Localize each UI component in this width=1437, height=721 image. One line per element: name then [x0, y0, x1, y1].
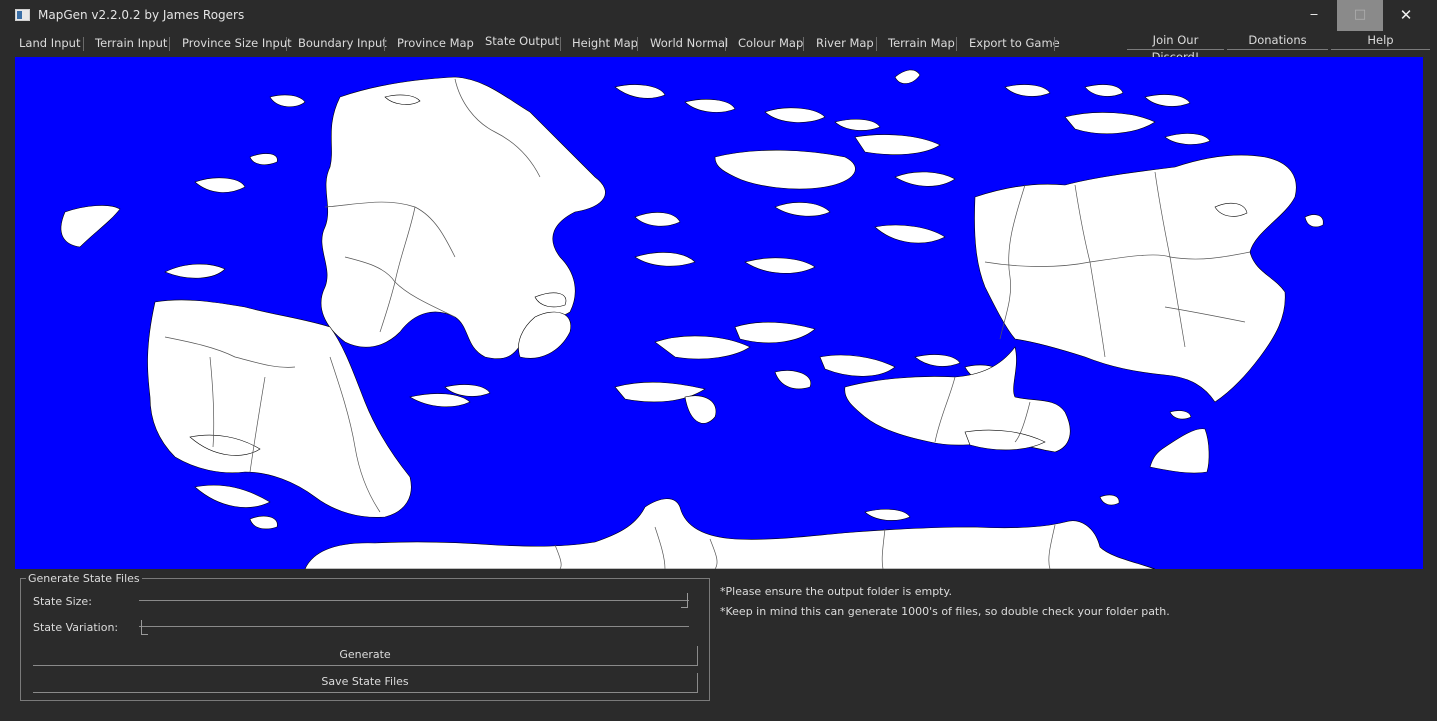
- save-state-files-button[interactable]: Save State Files: [33, 673, 698, 693]
- state-variation-slider[interactable]: [139, 626, 689, 627]
- app-icon: [15, 9, 30, 21]
- state-size-slider-handle[interactable]: [681, 593, 688, 608]
- tab-province-size-input[interactable]: Province Size Input: [182, 35, 292, 52]
- note-empty-folder: *Please ensure the output folder is empt…: [720, 585, 952, 598]
- map-canvas: [60, 69, 1324, 569]
- tab-river-map[interactable]: River Map: [816, 35, 874, 52]
- tab-colour-map[interactable]: Colour Map: [738, 35, 803, 52]
- state-size-label: State Size:: [33, 595, 92, 608]
- tab-export-to-game[interactable]: Export to Game: [969, 35, 1060, 52]
- join-discord-button[interactable]: Join Our Discord!: [1127, 32, 1224, 64]
- landmass-south: [304, 498, 1156, 569]
- state-variation-label: State Variation:: [33, 621, 119, 634]
- note-file-count: *Keep in mind this can generate 1000's o…: [720, 605, 1170, 618]
- window-title: MapGen v2.2.0.2 by James Rogers: [38, 8, 245, 22]
- tab-separator: [803, 37, 804, 51]
- help-button[interactable]: Help: [1331, 32, 1430, 50]
- tab-height-map[interactable]: Height Map: [572, 35, 638, 52]
- minimize-button[interactable]: ‒: [1291, 0, 1337, 31]
- tab-separator: [169, 37, 170, 51]
- title-bar: MapGen v2.2.0.2 by James Rogers ‒ □ ✕: [0, 0, 1437, 32]
- tab-boundary-input[interactable]: Boundary Input: [298, 35, 387, 52]
- tab-separator: [725, 37, 726, 51]
- tab-separator: [384, 37, 385, 51]
- tab-terrain-map[interactable]: Terrain Map: [888, 35, 955, 52]
- tab-separator: [560, 37, 561, 51]
- donations-button[interactable]: Donations: [1227, 32, 1328, 50]
- tab-separator: [1054, 37, 1055, 51]
- state-output-map[interactable]: [15, 57, 1423, 569]
- tab-separator: [83, 37, 84, 51]
- state-size-slider[interactable]: [139, 600, 689, 601]
- tab-land-input[interactable]: Land Input: [19, 35, 80, 52]
- group-title: Generate State Files: [26, 572, 142, 585]
- close-button[interactable]: ✕: [1383, 0, 1429, 31]
- landmasses: [60, 69, 1324, 569]
- tab-separator: [876, 37, 877, 51]
- tab-separator: [286, 37, 287, 51]
- tab-separator: [956, 37, 957, 51]
- tab-province-map[interactable]: Province Map: [397, 35, 474, 52]
- tab-state-output[interactable]: State Output: [485, 33, 559, 50]
- maximize-button[interactable]: □: [1337, 0, 1383, 31]
- state-variation-slider-handle[interactable]: [141, 620, 148, 635]
- generate-button[interactable]: Generate: [33, 646, 698, 666]
- tab-separator: [637, 37, 638, 51]
- tab-world-normal[interactable]: World Normal: [650, 35, 728, 52]
- tab-terrain-input[interactable]: Terrain Input: [95, 35, 167, 52]
